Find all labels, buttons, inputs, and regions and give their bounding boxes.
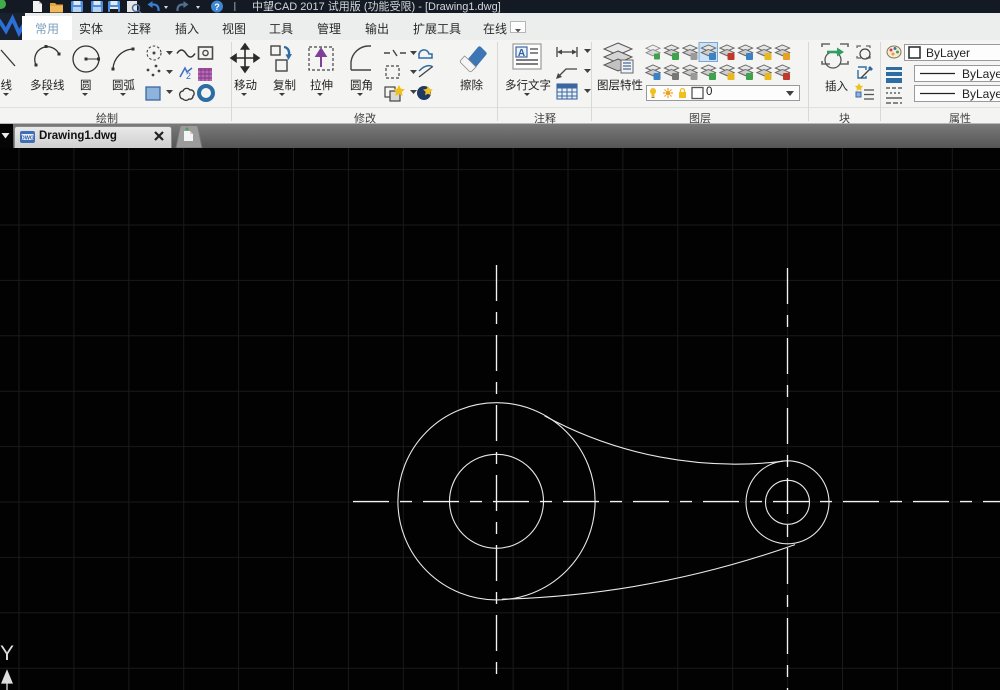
svg-text:2: 2 xyxy=(186,71,191,81)
svg-text:?: ? xyxy=(214,2,220,12)
svg-text:A: A xyxy=(518,48,525,59)
svg-text:DWG: DWG xyxy=(21,136,34,142)
svg-text:Y: Y xyxy=(0,642,14,665)
